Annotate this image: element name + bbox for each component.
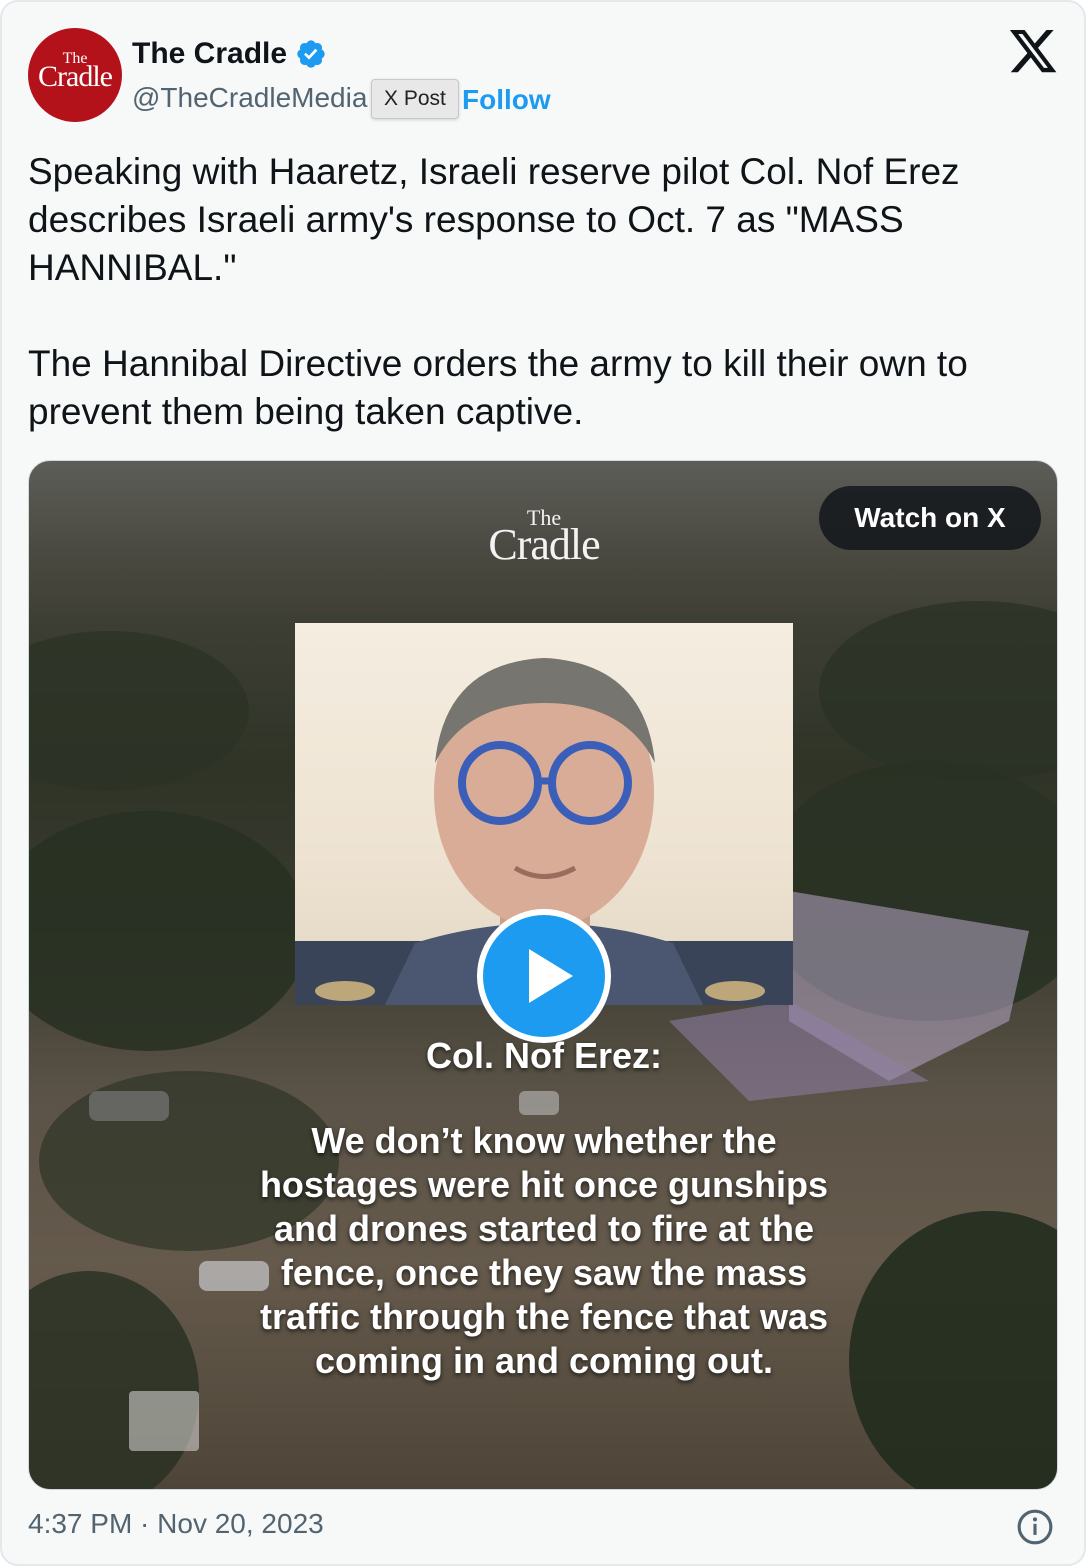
follow-button[interactable]: Follow bbox=[462, 84, 551, 116]
video-speaker-label: Col. Nof Erez: bbox=[425, 1035, 662, 1076]
avatar[interactable]: The Cradle bbox=[28, 28, 122, 122]
tweet-card: The Cradle The Cradle @TheCradleMedia Fo… bbox=[0, 0, 1086, 1566]
verified-badge-icon bbox=[297, 40, 325, 68]
video-logo-big: Cradle bbox=[488, 520, 600, 569]
video-player[interactable]: The Cradle Watch on X Col. Nof Erez: We … bbox=[28, 460, 1058, 1490]
play-icon bbox=[529, 949, 573, 1003]
tweet-timestamp[interactable]: 4:37 PM · Nov 20, 2023 bbox=[28, 1508, 324, 1540]
x-post-tooltip: X Post bbox=[371, 79, 459, 119]
info-icon[interactable] bbox=[1016, 1508, 1054, 1546]
author-handle[interactable]: @TheCradleMedia bbox=[132, 82, 372, 114]
avatar-logo: The Cradle bbox=[28, 28, 122, 122]
author-name[interactable]: The Cradle bbox=[132, 37, 287, 71]
watch-on-x-button[interactable]: Watch on X bbox=[819, 486, 1041, 550]
tweet-paragraph-1: Speaking with Haaretz, Israeli reserve p… bbox=[28, 151, 960, 288]
avatar-logo-big: Cradle bbox=[38, 60, 113, 93]
play-button[interactable] bbox=[477, 909, 611, 1043]
author-name-row: The Cradle bbox=[132, 34, 327, 74]
tweet-paragraph-2: The Hannibal Directive orders the army t… bbox=[28, 343, 968, 432]
x-logo-icon[interactable] bbox=[1010, 30, 1058, 74]
video-watermark-logo: The Cradle bbox=[459, 505, 629, 569]
video-quote-caption: We don’t know whether the hostages were … bbox=[259, 1120, 829, 1381]
author-handle-row: @TheCradleMedia Follow bbox=[132, 80, 551, 116]
tweet-text: Speaking with Haaretz, Israeli reserve p… bbox=[28, 148, 1058, 436]
